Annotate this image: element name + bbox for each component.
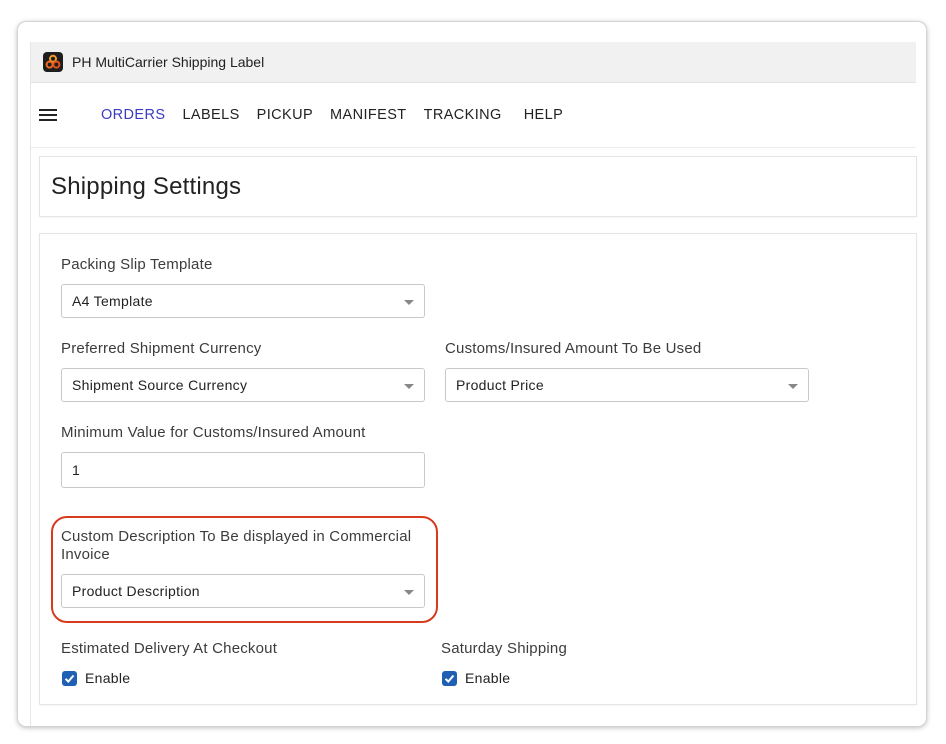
hamburger-menu-icon[interactable] xyxy=(39,106,57,124)
custom-description-select[interactable]: Product Description xyxy=(61,574,425,608)
app-window: PH MultiCarrier Shipping Label ORDERS LA… xyxy=(18,22,926,726)
nav-orders[interactable]: ORDERS xyxy=(101,107,165,123)
estimated-delivery-checkbox[interactable]: Enable xyxy=(62,670,130,686)
main-nav: ORDERS LABELS PICKUP MANIFEST TRACKING H… xyxy=(31,83,916,148)
chevron-down-icon xyxy=(404,300,414,305)
checkmark-icon[interactable] xyxy=(442,670,457,686)
packing-slip-template-select[interactable]: A4 Template xyxy=(61,284,425,318)
custom-description-label: Custom Description To Be displayed in Co… xyxy=(61,528,412,563)
app-titlebar: PH MultiCarrier Shipping Label xyxy=(31,42,916,83)
chevron-down-icon xyxy=(404,384,414,389)
packing-slip-template-label: Packing Slip Template xyxy=(61,256,213,273)
app-logo-icon xyxy=(43,52,63,72)
saturday-shipping-checkbox[interactable]: Enable xyxy=(442,670,510,686)
min-customs-value-input[interactable]: 1 xyxy=(61,452,425,488)
customs-amount-label: Customs/Insured Amount To Be Used xyxy=(445,340,702,357)
min-customs-value-label: Minimum Value for Customs/Insured Amount xyxy=(61,424,366,441)
nav-labels[interactable]: LABELS xyxy=(182,107,239,123)
checkmark-icon[interactable] xyxy=(62,670,77,686)
chevron-down-icon xyxy=(788,384,798,389)
estimated-delivery-label: Estimated Delivery At Checkout xyxy=(61,640,278,657)
settings-form-card: Packing Slip Template A4 Template Prefer… xyxy=(40,234,916,704)
nav-manifest[interactable]: MANIFEST xyxy=(330,107,407,123)
chevron-down-icon xyxy=(404,590,414,595)
customs-amount-value: Product Price xyxy=(456,377,544,393)
page-header-card: Shipping Settings xyxy=(40,157,916,216)
nav-help[interactable]: HELP xyxy=(524,107,563,123)
preferred-currency-value: Shipment Source Currency xyxy=(72,377,248,393)
customs-amount-select[interactable]: Product Price xyxy=(445,368,809,402)
min-customs-value-text: 1 xyxy=(72,462,81,478)
custom-description-value: Product Description xyxy=(72,583,200,599)
page-title: Shipping Settings xyxy=(51,172,242,200)
estimated-delivery-enable-label: Enable xyxy=(85,670,131,686)
nav-tracking[interactable]: TRACKING xyxy=(424,107,502,123)
saturday-shipping-enable-label: Enable xyxy=(465,670,511,686)
app-container: PH MultiCarrier Shipping Label ORDERS LA… xyxy=(30,42,916,726)
saturday-shipping-label: Saturday Shipping xyxy=(441,640,567,657)
app-title: PH MultiCarrier Shipping Label xyxy=(72,54,265,70)
preferred-currency-select[interactable]: Shipment Source Currency xyxy=(61,368,425,402)
nav-pickup[interactable]: PICKUP xyxy=(257,107,313,123)
preferred-currency-label: Preferred Shipment Currency xyxy=(61,340,262,357)
packing-slip-template-value: A4 Template xyxy=(72,293,153,309)
